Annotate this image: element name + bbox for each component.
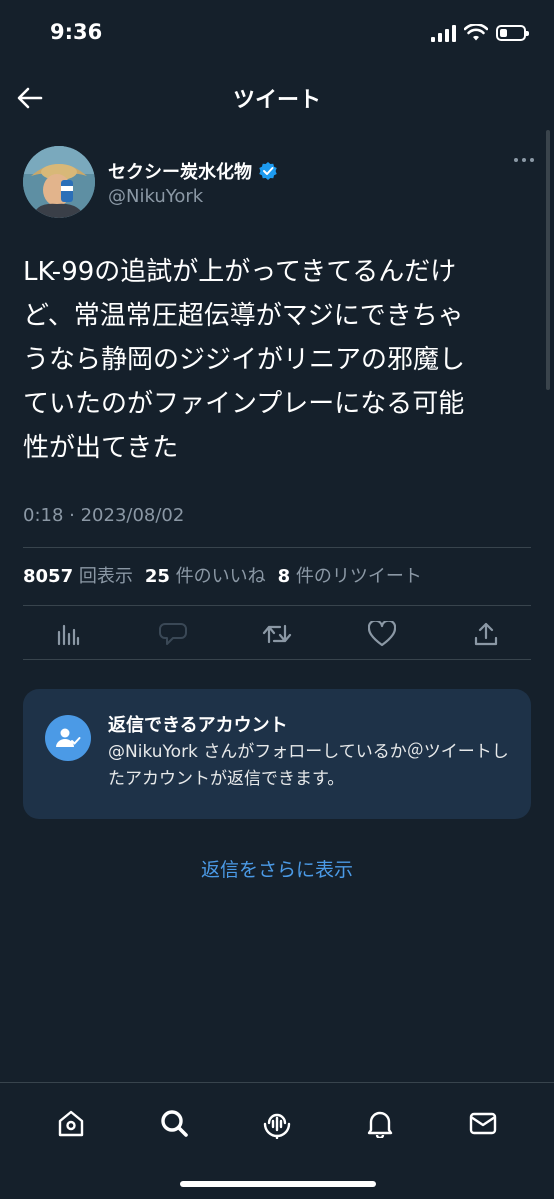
more-dot-icon — [514, 158, 518, 162]
divider — [23, 659, 531, 660]
tweet-text: LK-99の追試が上がってきてるんだけ ど、常温常圧超伝導がマジにできちゃ うな… — [23, 257, 466, 463]
status-bar: 9:36 — [0, 0, 554, 70]
like-button[interactable] — [362, 614, 402, 654]
bar-chart-icon — [57, 624, 80, 646]
likes-stat[interactable]: 25 件のいいね — [145, 562, 266, 588]
battery-icon — [496, 25, 529, 41]
more-dot-icon — [522, 158, 526, 162]
display-name-text: セクシー炭水化物 — [108, 162, 252, 183]
share-button[interactable] — [466, 614, 506, 654]
reply-restriction-badge — [45, 715, 91, 761]
home-indicator[interactable] — [180, 1181, 376, 1187]
verified-badge-icon — [259, 162, 277, 180]
retweets-count: 8 — [277, 566, 291, 587]
tweet-actions — [23, 612, 531, 656]
spaces-icon — [263, 1113, 291, 1139]
tab-spaces[interactable] — [255, 1101, 299, 1145]
battery-level — [500, 29, 507, 37]
views-label: 回表示 — [78, 566, 133, 587]
tweet-stats: 8057 回表示 25 件のいいね 8 件のリツイート — [23, 562, 422, 588]
tab-notifications[interactable] — [358, 1101, 402, 1145]
reply-notice-title: 返信できるアカウント — [108, 715, 288, 736]
page-title: ツイート — [232, 88, 321, 113]
messages-icon — [469, 1112, 496, 1135]
status-time: 9:36 — [50, 20, 103, 44]
status-icons — [431, 24, 529, 42]
tab-bar — [0, 1082, 554, 1199]
reply-restriction-notice: 返信できるアカウント @NikuYork さんがフォローしているか＠ツイートした… — [23, 689, 531, 819]
analytics-button[interactable] — [48, 614, 88, 654]
avatar-photo — [23, 146, 95, 218]
share-icon — [474, 622, 498, 646]
home-icon — [59, 1110, 84, 1137]
display-name[interactable]: セクシー炭水化物 — [108, 158, 278, 184]
divider — [23, 547, 531, 548]
likes-label: 件のいいね — [175, 566, 266, 587]
search-icon — [161, 1110, 188, 1137]
reply-icon — [158, 623, 187, 645]
tweet-timestamp[interactable]: 0:18 · 2023/08/02 — [23, 505, 184, 526]
heart-icon — [367, 621, 396, 647]
tab-messages[interactable] — [461, 1101, 505, 1145]
wifi-icon — [464, 24, 488, 41]
cellular-signal-icon — [431, 24, 456, 42]
retweet-icon — [262, 624, 292, 644]
retweets-label: 件のリツイート — [295, 566, 422, 587]
tweet-author: セクシー炭水化物 @NikuYork — [23, 146, 534, 220]
notifications-icon — [367, 1111, 392, 1138]
likes-count: 25 — [144, 566, 170, 587]
divider — [23, 605, 531, 606]
reply-button[interactable] — [153, 614, 193, 654]
avatar[interactable] — [23, 146, 95, 218]
views-stat[interactable]: 8057 回表示 — [23, 562, 133, 588]
reply-notice-body: @NikuYork さんがフォローしているか＠ツイートしたアカウントが返信できま… — [108, 742, 509, 789]
show-more-replies-link[interactable]: 返信をさらに表示 — [0, 855, 554, 882]
tab-search[interactable] — [152, 1101, 196, 1145]
scroll-indicator[interactable] — [546, 130, 550, 390]
views-count: 8057 — [23, 566, 74, 587]
tab-home[interactable] — [49, 1101, 93, 1145]
navigation-bar: ツイート — [0, 70, 554, 126]
user-check-icon — [56, 728, 81, 747]
more-dot-icon — [530, 158, 534, 162]
retweets-stat[interactable]: 8 件のリツイート — [278, 562, 422, 588]
username[interactable]: @NikuYork — [108, 186, 203, 207]
more-options-button[interactable] — [514, 158, 534, 162]
retweet-button[interactable] — [257, 614, 297, 654]
